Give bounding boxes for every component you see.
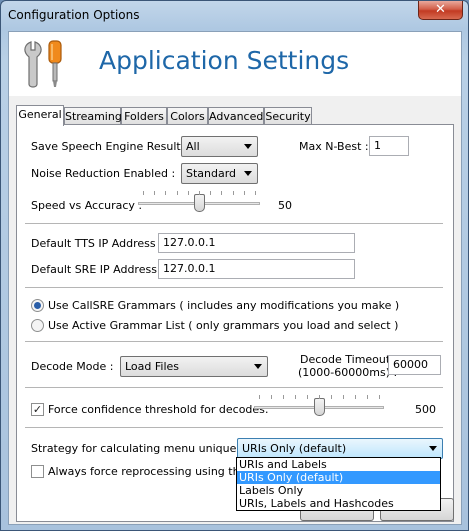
chevron-down-icon <box>244 144 252 149</box>
slider-tick <box>188 191 189 195</box>
callsre-grammars-radio[interactable] <box>31 299 44 312</box>
strategy-dropdown-list: URIs and Labels URIs Only (default) Labe… <box>236 457 441 511</box>
tab-security[interactable]: Security <box>264 107 312 125</box>
slider-tick <box>177 191 178 195</box>
strategy-option-uris-labels-hashcodes[interactable]: URIs, Labels and Hashcodes <box>237 497 440 510</box>
slider-tick <box>244 191 245 195</box>
always-reprocess-checkbox[interactable] <box>31 465 44 478</box>
chevron-down-icon <box>254 364 262 369</box>
speed-accuracy-value: 50 <box>278 199 292 212</box>
slider-tick <box>271 395 272 399</box>
tab-advanced[interactable]: Advanced <box>208 107 264 125</box>
slider-tick <box>355 395 356 399</box>
noise-reduction-value: Standard <box>186 167 237 180</box>
force-confidence-checkbox[interactable]: ✓ <box>31 403 44 416</box>
checkmark-icon: ✓ <box>32 403 43 416</box>
slider-tick <box>143 191 144 195</box>
decode-mode-select[interactable]: Load Files <box>120 356 268 377</box>
slider-tick <box>295 395 296 399</box>
header-band: Application Settings <box>9 32 461 96</box>
decode-mode-label: Decode Mode : <box>31 360 114 373</box>
slider-tick <box>154 191 155 195</box>
decode-timeout-input[interactable]: 60000 <box>388 355 441 375</box>
noise-reduction-label: Noise Reduction Enabled : <box>31 167 176 180</box>
tts-ip-label: Default TTS IP Address : <box>31 237 163 250</box>
sre-ip-input[interactable]: 127.0.0.1 <box>158 259 355 279</box>
slider-tick <box>319 395 320 399</box>
divider <box>25 387 443 388</box>
close-icon: ✕ <box>435 2 446 17</box>
strategy-option-uris-labels[interactable]: URIs and Labels <box>237 458 440 471</box>
speed-accuracy-slider[interactable] <box>138 191 260 215</box>
tab-colors[interactable]: Colors <box>167 107 208 125</box>
tts-ip-input[interactable]: 127.0.0.1 <box>158 233 355 253</box>
slider-tick <box>283 395 284 399</box>
speed-accuracy-label: Speed vs Accuracy : <box>31 199 143 212</box>
divider <box>25 223 443 224</box>
noise-reduction-select[interactable]: Standard <box>181 163 258 184</box>
chevron-down-icon <box>429 446 437 451</box>
chevron-down-icon <box>244 171 252 176</box>
client-area: Application Settings General Streaming F… <box>8 31 462 525</box>
slider-tick <box>259 395 260 399</box>
tab-general[interactable]: General <box>16 105 64 126</box>
confidence-threshold-slider[interactable] <box>254 395 384 419</box>
strategy-value: URIs Only (default) <box>242 442 347 455</box>
slider-tick <box>379 395 380 399</box>
slider-tick <box>255 191 256 195</box>
confidence-threshold-value: 500 <box>415 403 436 416</box>
slider-tick <box>199 191 200 195</box>
decode-timeout-label: Decode Timeout <box>300 353 391 366</box>
slider-tick <box>210 191 211 195</box>
active-grammar-radio[interactable] <box>31 319 44 332</box>
save-results-select[interactable]: All <box>181 136 258 157</box>
strategy-label: Strategy for calculating menu uniqueness… <box>31 442 266 455</box>
slider-thumb[interactable] <box>314 398 325 416</box>
slider-tick <box>233 191 234 195</box>
save-results-label: Save Speech Engine Results : <box>31 140 194 153</box>
tab-streaming[interactable]: Streaming <box>64 107 122 125</box>
callsre-grammars-label: Use CallSRE Grammars ( includes any modi… <box>48 299 400 312</box>
strategy-select[interactable]: URIs Only (default) <box>237 438 443 459</box>
max-nbest-label: Max N-Best : <box>299 140 369 153</box>
divider <box>25 341 443 342</box>
divider <box>25 287 443 288</box>
tools-icon <box>24 40 62 88</box>
slider-tick <box>221 191 222 195</box>
decode-mode-value: Load Files <box>125 360 180 373</box>
window-title: Configuration Options <box>8 8 140 22</box>
slider-tick <box>367 395 368 399</box>
slider-tick <box>343 395 344 399</box>
title-bar[interactable]: Configuration Options ✕ <box>1 1 468 29</box>
strategy-option-labels-only[interactable]: Labels Only <box>237 484 440 497</box>
active-grammar-label: Use Active Grammar List ( only grammars … <box>48 319 399 332</box>
save-results-value: All <box>186 140 200 153</box>
app-title: Application Settings <box>99 46 350 75</box>
close-button[interactable]: ✕ <box>418 1 463 20</box>
tab-folders[interactable]: Folders <box>121 107 167 125</box>
strategy-option-uris-only[interactable]: URIs Only (default) <box>237 471 440 484</box>
divider <box>25 427 443 428</box>
decode-timeout-range-label: (1000-60000ms) : <box>298 366 398 379</box>
slider-tick <box>165 191 166 195</box>
max-nbest-input[interactable]: 1 <box>369 136 409 156</box>
slider-tick <box>307 395 308 399</box>
slider-thumb[interactable] <box>194 194 205 212</box>
sre-ip-label: Default SRE IP Address <box>31 263 157 276</box>
configuration-window: Configuration Options ✕ Application Sett… <box>0 0 469 531</box>
force-confidence-label: Force confidence threshold for decodes: <box>48 403 269 416</box>
slider-tick <box>331 395 332 399</box>
